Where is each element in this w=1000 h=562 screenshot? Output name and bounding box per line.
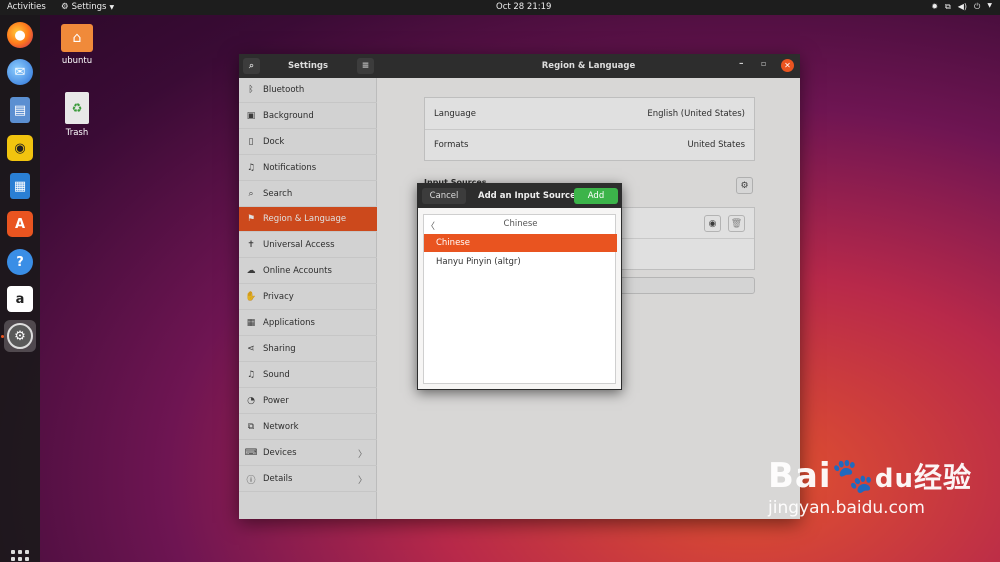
list-item[interactable]: Chinese <box>424 234 617 252</box>
dialog-header: Cancel Add an Input Source Add <box>418 184 621 208</box>
list-item[interactable]: Hanyu Pinyin (altgr) <box>424 253 617 271</box>
dock: ● ✉ ▤ ◉ ▦ A ? a ⚙ <box>0 15 40 562</box>
writer-icon: ▦ <box>10 173 30 199</box>
content-title: Region & Language <box>541 61 636 71</box>
watermark-logo: Bai🐾du经验 <box>768 456 972 496</box>
maximize-button[interactable]: ▫ <box>761 59 766 68</box>
trash-icon: ♻ <box>65 92 89 124</box>
chevron-down-icon: ▼ <box>109 3 115 11</box>
desktop-icon-label: ubuntu <box>61 56 93 66</box>
dock-files[interactable]: ▤ <box>4 94 36 126</box>
menu-button[interactable]: ≡ <box>357 58 374 74</box>
close-icon: ✕ <box>784 61 791 70</box>
dock-thunderbird[interactable]: ✉ <box>4 56 36 88</box>
input-source-list: Chinese 〈 Chinese Hanyu Pinyin (altgr) <box>423 214 617 384</box>
running-indicator <box>1 335 4 338</box>
chevron-left-icon: 〈 <box>426 222 436 232</box>
desktop-icon-home[interactable]: ⌂ ubuntu <box>47 24 107 66</box>
watermark: Bai🐾du经验 jingyan.baidu.com <box>768 456 972 518</box>
window-header: ⌕ Settings ≡ Region & Language – ▫ ✕ <box>239 54 800 78</box>
home-folder-icon: ⌂ <box>61 24 93 52</box>
dock-help[interactable]: ? <box>4 246 36 278</box>
network-icon: ⧉ <box>945 2 951 11</box>
amazon-icon: a <box>7 286 33 312</box>
brightness-icon: ✹ <box>931 2 939 11</box>
chevron-down-icon: ▼ <box>987 2 992 9</box>
dock-amazon[interactable]: a <box>4 283 36 315</box>
gear-icon: ⚙ <box>61 2 69 12</box>
watermark-url: jingyan.baidu.com <box>768 498 925 518</box>
dock-rhythmbox[interactable]: ◉ <box>4 132 36 164</box>
watermark-brand: Bai <box>768 456 832 496</box>
add-input-source-dialog: Cancel Add an Input Source Add Chinese 〈… <box>417 183 622 390</box>
dock-writer[interactable]: ▦ <box>4 170 36 202</box>
app-menu-label: Settings <box>71 2 107 12</box>
show-applications-icon[interactable] <box>11 550 29 562</box>
hamburger-icon: ≡ <box>361 61 370 71</box>
app-menu[interactable]: ⚙ Settings ▼ <box>61 2 114 12</box>
software-store-icon: A <box>7 211 33 237</box>
dock-firefox[interactable]: ● <box>4 19 36 51</box>
paw-icon: 🐾 <box>831 456 875 496</box>
breadcrumb: Chinese <box>503 219 538 229</box>
minimize-button[interactable]: – <box>739 59 744 69</box>
firefox-icon: ● <box>7 22 33 48</box>
back-button[interactable]: 〈 <box>426 219 435 232</box>
rhythmbox-icon: ◉ <box>7 135 33 161</box>
dock-software[interactable]: A <box>4 208 36 240</box>
close-button[interactable]: ✕ <box>781 59 794 72</box>
desktop-icon-label: Trash <box>65 128 89 138</box>
help-icon: ? <box>7 249 33 275</box>
power-icon: ⏻ <box>974 2 981 11</box>
cancel-button[interactable]: Cancel <box>422 188 466 204</box>
dock-settings[interactable]: ⚙ <box>4 320 36 352</box>
watermark-brand-cn: 经验 <box>913 461 972 494</box>
settings-gear-icon: ⚙ <box>7 323 33 349</box>
top-bar: Activities ⚙ Settings ▼ Oct 28 21:19 ✹ ⧉… <box>0 0 1000 15</box>
desktop-icon-trash[interactable]: ♻ Trash <box>47 92 107 138</box>
add-button[interactable]: Add <box>574 188 618 204</box>
dialog-title: Add an Input Source <box>478 191 576 201</box>
clock[interactable]: Oct 28 21:19 <box>496 2 551 12</box>
activities-button[interactable]: Activities <box>7 2 46 12</box>
system-tray[interactable]: ✹ ⧉ ◀) ⏻ ▼ <box>931 2 992 12</box>
thunderbird-icon: ✉ <box>7 59 33 85</box>
volume-icon: ◀) <box>957 2 968 11</box>
files-icon: ▤ <box>10 97 30 123</box>
